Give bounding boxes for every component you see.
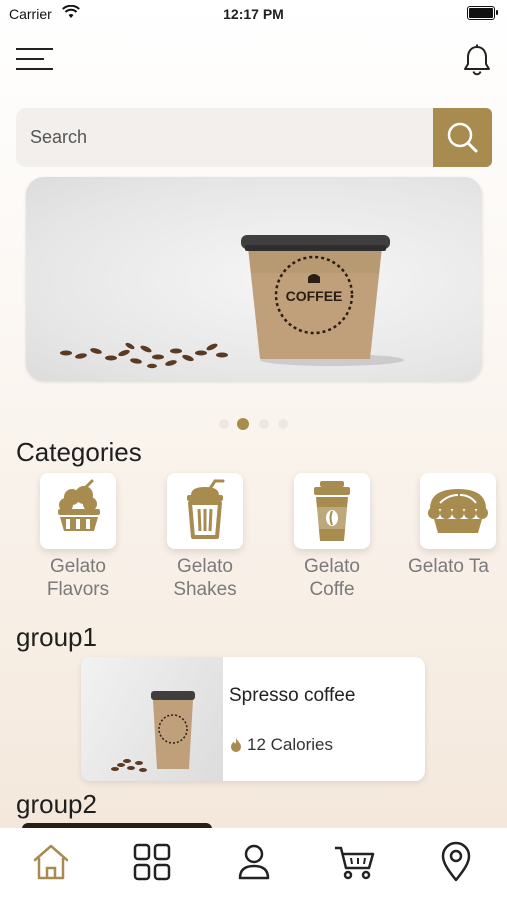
ice-cream-bowl-icon xyxy=(58,479,100,531)
category-tile[interactable] xyxy=(40,473,116,549)
grid-icon[interactable] xyxy=(130,840,174,884)
cup-label: COFFEE xyxy=(286,288,343,304)
fire-icon xyxy=(231,738,241,752)
product-card[interactable]: Spresso coffee 12 Calories xyxy=(81,657,425,781)
coffee-beans xyxy=(60,342,228,369)
pie-icon xyxy=(428,489,488,533)
product-name: Spresso coffee xyxy=(229,685,356,706)
status-bar: Carrier 12:17 PM xyxy=(0,0,507,28)
menu-button[interactable] xyxy=(16,45,54,73)
hamburger-line xyxy=(16,58,44,60)
carousel-dot[interactable] xyxy=(219,419,229,429)
category-item[interactable]: Gelato Flavors xyxy=(23,473,133,601)
battery-icon xyxy=(467,6,498,20)
coffee-cup-thumbnail xyxy=(111,691,195,772)
search-button[interactable] xyxy=(433,108,492,167)
carousel-dot[interactable] xyxy=(278,419,288,429)
category-tile[interactable] xyxy=(294,473,370,549)
location-icon[interactable] xyxy=(434,840,478,884)
category-label: Gelato Coffe xyxy=(304,556,360,600)
bottom-navigation xyxy=(0,828,507,900)
search-input[interactable] xyxy=(28,126,412,149)
hamburger-line xyxy=(16,68,53,70)
category-item[interactable]: Gelato Ta xyxy=(404,473,507,578)
home-icon[interactable] xyxy=(29,840,73,884)
category-label: Gelato Flavors xyxy=(46,556,110,600)
category-tile[interactable] xyxy=(167,473,243,549)
product-image xyxy=(81,657,223,781)
product-calories: 12 Calories xyxy=(229,735,333,755)
group2-title: group2 xyxy=(16,789,97,819)
category-item[interactable]: Gelato Shakes xyxy=(150,473,260,601)
bell-icon[interactable] xyxy=(461,43,493,77)
shake-cup-icon xyxy=(187,479,225,539)
calories-label: 12 Calories xyxy=(247,735,333,754)
cart-icon[interactable] xyxy=(333,840,377,884)
search-field[interactable] xyxy=(16,108,434,167)
carousel-dots xyxy=(219,418,294,430)
categories-title: Categories xyxy=(16,437,142,467)
carousel-dot[interactable] xyxy=(259,419,269,429)
category-item[interactable]: Gelato Coffe xyxy=(277,473,387,601)
group1-title: group1 xyxy=(16,622,97,652)
carousel-dot-active[interactable] xyxy=(237,418,249,430)
coffee-cup-photo: COFFEE xyxy=(60,235,404,369)
coffee-cup-icon xyxy=(314,481,350,541)
category-label: Gelato Ta xyxy=(408,556,489,577)
user-icon[interactable] xyxy=(232,840,276,884)
search-icon xyxy=(447,122,478,153)
search-bar xyxy=(16,108,492,167)
category-label: Gelato Shakes xyxy=(173,556,237,600)
hamburger-line xyxy=(16,48,53,50)
category-tile[interactable] xyxy=(420,473,496,549)
status-time: 12:17 PM xyxy=(223,6,284,22)
promo-banner[interactable]: COFFEE xyxy=(26,177,482,381)
